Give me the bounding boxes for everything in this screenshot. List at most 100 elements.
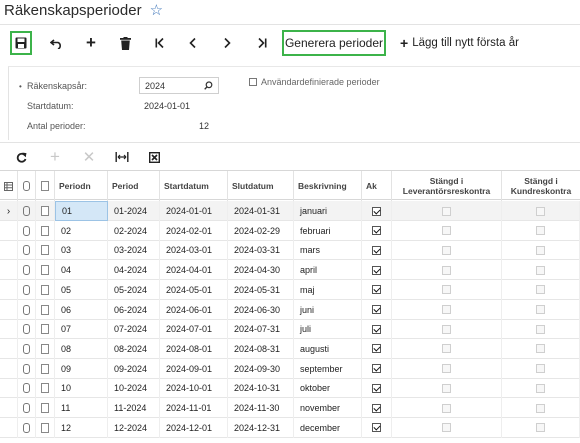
cell-end-date[interactable]: 2024-12-31	[228, 417, 294, 438]
fiscal-year-input[interactable]: 2024	[139, 77, 219, 94]
cell-description[interactable]: oktober	[294, 378, 362, 399]
row-attachments[interactable]	[18, 358, 36, 379]
cell-period[interactable]: 04-2024	[108, 260, 160, 281]
cell-end-date[interactable]: 2024-10-31	[228, 378, 294, 399]
cell-closed-ar[interactable]	[502, 279, 580, 300]
column-header-period[interactable]: Period	[108, 171, 160, 201]
active-checkbox[interactable]	[372, 364, 381, 374]
cell-description[interactable]: juli	[294, 319, 362, 340]
column-header-closed-ar[interactable]: Stängd i Kundreskontra	[502, 171, 580, 201]
cell-start-date[interactable]: 2024-06-01	[160, 299, 228, 320]
cell-closed-ar[interactable]	[502, 319, 580, 340]
cell-description[interactable]: maj	[294, 279, 362, 300]
cell-active[interactable]	[362, 398, 392, 418]
cell-period-no[interactable]: 07	[55, 319, 108, 340]
active-checkbox[interactable]	[372, 245, 381, 255]
row-notes[interactable]	[36, 398, 55, 418]
cell-description[interactable]: mars	[294, 240, 362, 261]
cell-period-no[interactable]: 11	[55, 398, 108, 418]
active-checkbox[interactable]	[372, 324, 381, 334]
row-attachments[interactable]	[18, 338, 36, 359]
cell-start-date[interactable]: 2024-07-01	[160, 319, 228, 340]
row-notes[interactable]	[36, 417, 55, 438]
column-header-period-no[interactable]: Periodn	[55, 171, 108, 201]
cell-period-no[interactable]: 08	[55, 338, 108, 359]
cell-active[interactable]	[362, 240, 392, 261]
cell-closed-ar[interactable]	[502, 378, 580, 399]
prev-record-button[interactable]	[183, 28, 203, 58]
cell-period-no[interactable]: 06	[55, 299, 108, 320]
cell-period[interactable]: 05-2024	[108, 279, 160, 300]
cell-closed-ar[interactable]	[502, 417, 580, 438]
column-header-end[interactable]: Slutdatum	[228, 171, 294, 201]
table-row[interactable]: 05 05-2024 2024-05-01 2024-05-31 maj	[0, 279, 580, 300]
cell-closed-ar[interactable]	[502, 358, 580, 379]
row-notes[interactable]	[36, 220, 55, 241]
cell-description[interactable]: april	[294, 260, 362, 281]
delete-button[interactable]	[115, 28, 135, 58]
generate-periods-button[interactable]: Generera perioder	[282, 30, 386, 56]
row-attachments[interactable]	[18, 299, 36, 320]
cell-closed-ar[interactable]	[502, 299, 580, 320]
refresh-button[interactable]	[12, 146, 30, 168]
table-row[interactable]: 06 06-2024 2024-06-01 2024-06-30 juni	[0, 299, 580, 320]
cell-closed-ar[interactable]	[502, 240, 580, 261]
row-attachments[interactable]	[18, 220, 36, 241]
cell-description[interactable]: september	[294, 358, 362, 379]
cell-period-no[interactable]: 03	[55, 240, 108, 261]
cell-active[interactable]	[362, 417, 392, 438]
active-checkbox[interactable]	[372, 285, 381, 295]
cell-period[interactable]: 08-2024	[108, 338, 160, 359]
cell-start-date[interactable]: 2024-02-01	[160, 220, 228, 241]
cell-period-no[interactable]: 10	[55, 378, 108, 399]
cell-closed-ar[interactable]	[502, 220, 580, 241]
cell-active[interactable]	[362, 378, 392, 399]
cell-end-date[interactable]: 2024-03-31	[228, 240, 294, 261]
row-notes[interactable]	[36, 378, 55, 399]
cell-period-no[interactable]: 01	[55, 201, 108, 221]
fit-columns-button[interactable]	[112, 146, 132, 168]
cell-closed-ar[interactable]	[502, 201, 580, 221]
cell-closed-ap[interactable]	[392, 417, 502, 438]
cell-closed-ap[interactable]	[392, 378, 502, 399]
num-periods-value[interactable]: 12	[199, 121, 209, 131]
cell-start-date[interactable]: 2024-12-01	[160, 417, 228, 438]
cell-period[interactable]: 07-2024	[108, 319, 160, 340]
table-row[interactable]: › 01 01-2024 2024-01-01 2024-01-31 januari	[0, 201, 580, 221]
row-notes[interactable]	[36, 279, 55, 300]
active-checkbox[interactable]	[372, 305, 381, 314]
cell-closed-ap[interactable]	[392, 338, 502, 359]
cell-closed-ap[interactable]	[392, 299, 502, 320]
cell-closed-ap[interactable]	[392, 279, 502, 300]
first-record-button[interactable]	[150, 28, 170, 58]
table-row[interactable]: 12 12-2024 2024-12-01 2024-12-31 december	[0, 417, 580, 438]
cell-start-date[interactable]: 2024-09-01	[160, 358, 228, 379]
export-button[interactable]	[145, 146, 163, 168]
row-attachments[interactable]	[18, 319, 36, 340]
header-attachments[interactable]	[18, 171, 36, 201]
cell-closed-ap[interactable]	[392, 319, 502, 340]
start-date-value[interactable]: 2024-01-01	[144, 101, 190, 111]
cell-period[interactable]: 02-2024	[108, 220, 160, 241]
column-header-start[interactable]: Startdatum	[160, 171, 228, 201]
cell-period[interactable]: 01-2024	[108, 201, 160, 221]
grid-add-button[interactable]: +	[46, 146, 64, 168]
cell-end-date[interactable]: 2024-09-30	[228, 358, 294, 379]
cell-active[interactable]	[362, 201, 392, 221]
cell-closed-ap[interactable]	[392, 260, 502, 281]
active-checkbox[interactable]	[372, 403, 381, 413]
cell-active[interactable]	[362, 338, 392, 359]
row-notes[interactable]	[36, 260, 55, 281]
grid-delete-button[interactable]: ✕	[80, 146, 98, 168]
cell-active[interactable]	[362, 358, 392, 379]
cell-active[interactable]	[362, 279, 392, 300]
row-notes[interactable]	[36, 338, 55, 359]
row-notes[interactable]	[36, 201, 55, 221]
cell-period[interactable]: 06-2024	[108, 299, 160, 320]
cell-end-date[interactable]: 2024-07-31	[228, 319, 294, 340]
cell-closed-ar[interactable]	[502, 398, 580, 418]
add-button[interactable]: +	[81, 28, 101, 58]
cell-start-date[interactable]: 2024-11-01	[160, 398, 228, 418]
cell-period[interactable]: 12-2024	[108, 417, 160, 438]
table-row[interactable]: 10 10-2024 2024-10-01 2024-10-31 oktober	[0, 378, 580, 399]
